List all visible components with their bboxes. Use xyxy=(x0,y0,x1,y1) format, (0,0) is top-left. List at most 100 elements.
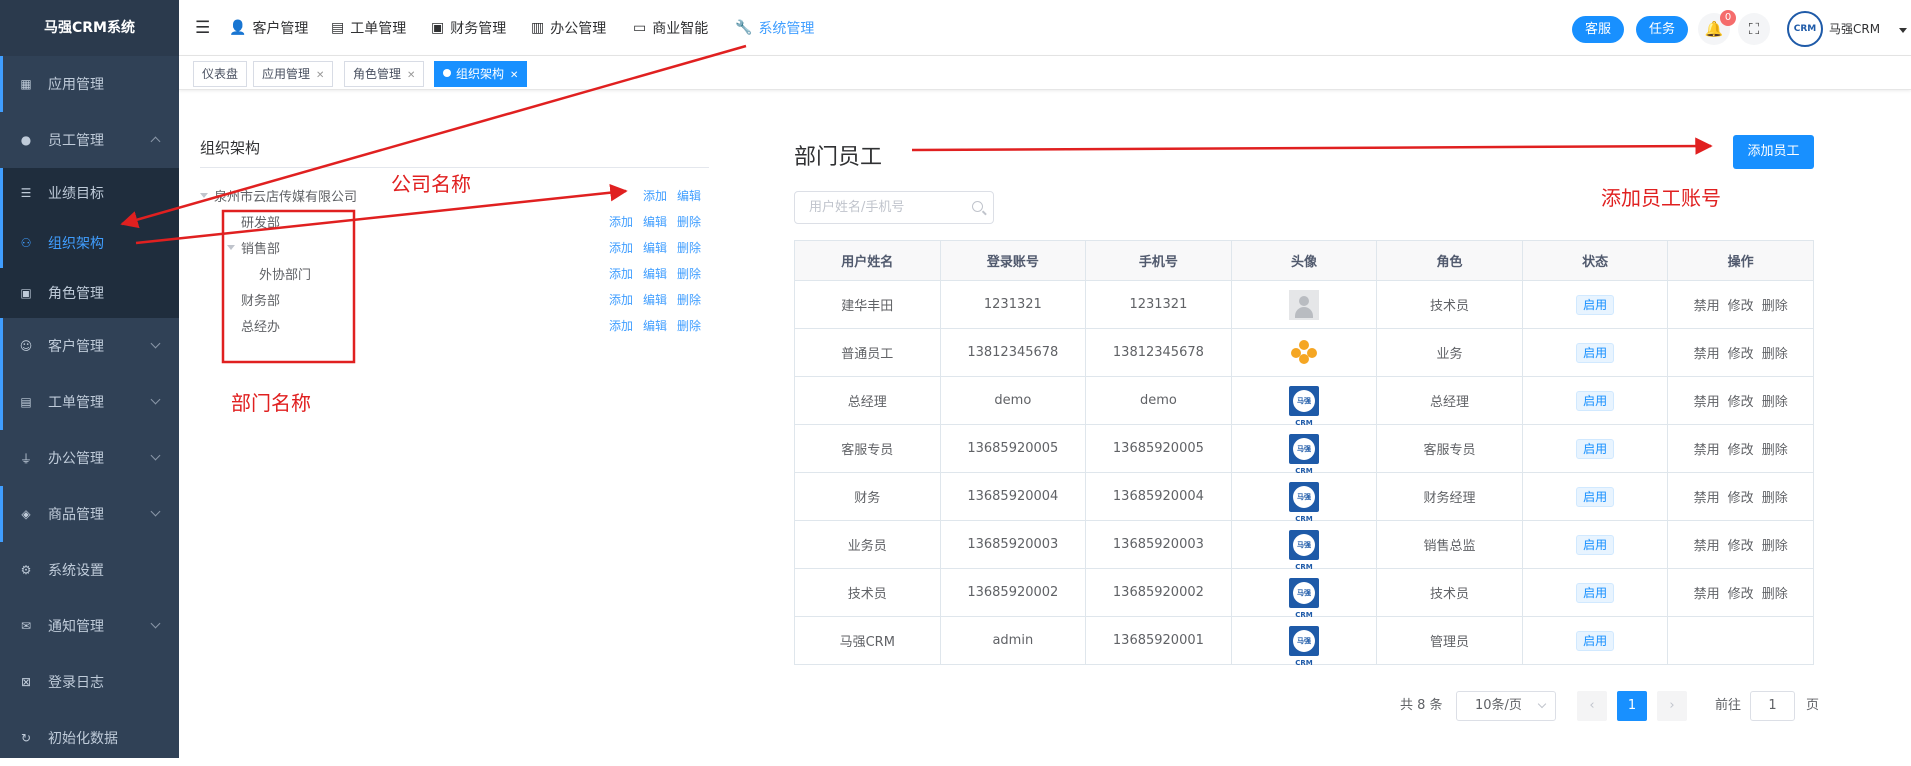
edit-link[interactable]: 编辑 xyxy=(643,241,667,255)
delete-link[interactable]: 删除 xyxy=(1762,587,1788,602)
add-link[interactable]: 添加 xyxy=(643,189,667,203)
tag-dashboard[interactable]: 仪表盘 xyxy=(193,61,248,87)
delete-link[interactable]: 删除 xyxy=(1762,395,1788,410)
add-employee-button[interactable]: 添加员工 xyxy=(1733,135,1814,169)
cell-role: 业务 xyxy=(1376,328,1523,377)
disable-link[interactable]: 禁用 xyxy=(1694,587,1720,602)
tree-node-outsourcing[interactable]: 外协部门 添加 编辑 删除 xyxy=(200,260,709,286)
delete-link[interactable]: 删除 xyxy=(1762,443,1788,458)
avatar[interactable]: CRM xyxy=(1787,11,1823,47)
caret-down-icon[interactable] xyxy=(1899,28,1907,33)
caret-down-icon[interactable] xyxy=(227,244,235,250)
search-input[interactable]: 用户姓名/手机号 xyxy=(794,191,994,224)
modify-link[interactable]: 修改 xyxy=(1728,395,1754,410)
add-link[interactable]: 添加 xyxy=(609,215,633,229)
page-1-button[interactable]: 1 xyxy=(1617,691,1647,721)
delete-link[interactable]: 删除 xyxy=(1762,347,1788,362)
topnav-finance[interactable]: ▣ 财务管理 xyxy=(431,0,506,56)
tree-node-sales[interactable]: 销售部 添加 编辑 删除 xyxy=(200,234,709,260)
modify-link[interactable]: 修改 xyxy=(1728,539,1754,554)
fullscreen-button[interactable]: ⛶ xyxy=(1738,13,1770,45)
goto-page-input[interactable]: 1 xyxy=(1750,691,1795,721)
annotation-company: 公司名称 xyxy=(391,172,471,196)
sidebar-item-notifications[interactable]: ✉ 通知管理 xyxy=(0,598,179,654)
service-button[interactable]: 客服 xyxy=(1572,16,1625,43)
add-link[interactable]: 添加 xyxy=(609,319,633,333)
modify-link[interactable]: 修改 xyxy=(1728,443,1754,458)
next-page-button[interactable]: › xyxy=(1657,691,1687,721)
sidebar-item-office[interactable]: ⏚ 办公管理 xyxy=(0,430,179,486)
add-link[interactable]: 添加 xyxy=(609,293,633,307)
cell-username: 财务 xyxy=(794,472,941,521)
cell-actions: 禁用 修改 删除 xyxy=(1667,472,1814,521)
add-link[interactable]: 添加 xyxy=(609,241,633,255)
user-name[interactable]: 马强CRM xyxy=(1829,20,1880,37)
delete-link[interactable]: 删除 xyxy=(677,215,701,229)
chevron-down-icon xyxy=(1537,699,1547,709)
add-link[interactable]: 添加 xyxy=(609,267,633,281)
table-row: 建华丰田 1231321 1231321 技术员 启用 禁用 修改 删除 xyxy=(794,280,1814,329)
hamburger-icon[interactable]: ☰ xyxy=(195,0,210,56)
sidebar-item-customers[interactable]: ☺ 客户管理 xyxy=(0,318,179,374)
cell-phone: demo xyxy=(1085,376,1232,425)
disable-link[interactable]: 禁用 xyxy=(1694,539,1720,554)
delete-link[interactable]: 删除 xyxy=(1762,299,1788,314)
delete-link[interactable]: 删除 xyxy=(1762,539,1788,554)
sidebar-item-tickets[interactable]: ▤ 工单管理 xyxy=(0,374,179,430)
tree-node-gm-office[interactable]: 总经办 添加 编辑 删除 xyxy=(200,312,709,338)
topnav-system[interactable]: 🔧 系统管理 xyxy=(735,0,814,56)
tree-node-finance[interactable]: 财务部 添加 编辑 删除 xyxy=(200,286,709,312)
prev-page-button[interactable]: ‹ xyxy=(1577,691,1607,721)
sidebar-item-login-log[interactable]: ⊠ 登录日志 xyxy=(0,654,179,710)
disable-link[interactable]: 禁用 xyxy=(1694,443,1720,458)
disable-link[interactable]: 禁用 xyxy=(1694,299,1720,314)
delete-link[interactable]: 删除 xyxy=(677,241,701,255)
modify-link[interactable]: 修改 xyxy=(1728,587,1754,602)
delete-link[interactable]: 删除 xyxy=(677,267,701,281)
edit-link[interactable]: 编辑 xyxy=(643,267,667,281)
task-button[interactable]: 任务 xyxy=(1636,16,1689,43)
search-icon[interactable] xyxy=(972,201,983,212)
page-size-select[interactable]: 10条/页 xyxy=(1456,691,1556,721)
delete-link[interactable]: 删除 xyxy=(1762,491,1788,506)
edit-link[interactable]: 编辑 xyxy=(643,319,667,333)
close-icon[interactable]: ✕ xyxy=(316,70,324,81)
sidebar-item-settings[interactable]: ⚙ 系统设置 xyxy=(0,542,179,598)
modify-link[interactable]: 修改 xyxy=(1728,299,1754,314)
tree-node-rd[interactable]: 研发部 添加 编辑 删除 xyxy=(200,208,709,234)
tree-node-label: 财务部 xyxy=(241,293,281,309)
delete-link[interactable]: 删除 xyxy=(677,319,701,333)
close-icon[interactable]: ✕ xyxy=(510,70,518,81)
topnav-office[interactable]: ▥ 办公管理 xyxy=(531,0,606,56)
tag-org-structure[interactable]: 组织架构 ✕ xyxy=(434,61,528,87)
tree-node-label: 总经办 xyxy=(241,319,281,335)
bell-button[interactable]: 🔔 0 xyxy=(1698,10,1736,45)
disable-link[interactable]: 禁用 xyxy=(1694,395,1720,410)
edit-link[interactable]: 编辑 xyxy=(643,293,667,307)
tag-role-management[interactable]: 角色管理 ✕ xyxy=(344,61,425,87)
topnav-customers[interactable]: 👤 客户管理 xyxy=(229,0,308,56)
edit-link[interactable]: 编辑 xyxy=(643,215,667,229)
delete-link[interactable]: 删除 xyxy=(677,293,701,307)
sidebar-item-roles[interactable]: ▣ 角色管理 xyxy=(0,268,179,318)
close-icon[interactable]: ✕ xyxy=(407,70,415,81)
crm-logo-avatar: 马强CRM xyxy=(1288,625,1319,667)
disable-link[interactable]: 禁用 xyxy=(1694,491,1720,506)
sidebar-item-targets[interactable]: ☰ 业绩目标 xyxy=(0,168,179,218)
stamp-icon: ⏚ xyxy=(19,451,32,466)
topnav-tickets[interactable]: ▤ 工单管理 xyxy=(331,0,406,56)
caret-down-icon[interactable] xyxy=(200,192,208,198)
topnav-bi[interactable]: ▭ 商业智能 xyxy=(633,0,708,56)
sidebar-item-products[interactable]: ◈ 商品管理 xyxy=(0,486,179,542)
tag-app-management[interactable]: 应用管理 ✕ xyxy=(253,61,334,87)
sidebar-item-app-management[interactable]: ▦ 应用管理 xyxy=(0,56,179,112)
col-role: 角色 xyxy=(1376,240,1523,281)
disable-link[interactable]: 禁用 xyxy=(1694,347,1720,362)
tag-label: 仪表盘 xyxy=(202,67,239,81)
sidebar-item-org-structure[interactable]: ⚇ 组织架构 xyxy=(0,218,179,268)
edit-link[interactable]: 编辑 xyxy=(677,189,701,203)
modify-link[interactable]: 修改 xyxy=(1728,347,1754,362)
table-body: 建华丰田 1231321 1231321 技术员 启用 禁用 修改 删除 普通员工 1381234… xyxy=(794,280,1814,667)
modify-link[interactable]: 修改 xyxy=(1728,491,1754,506)
sidebar-item-staff-management[interactable]: ● 员工管理 xyxy=(0,112,179,168)
